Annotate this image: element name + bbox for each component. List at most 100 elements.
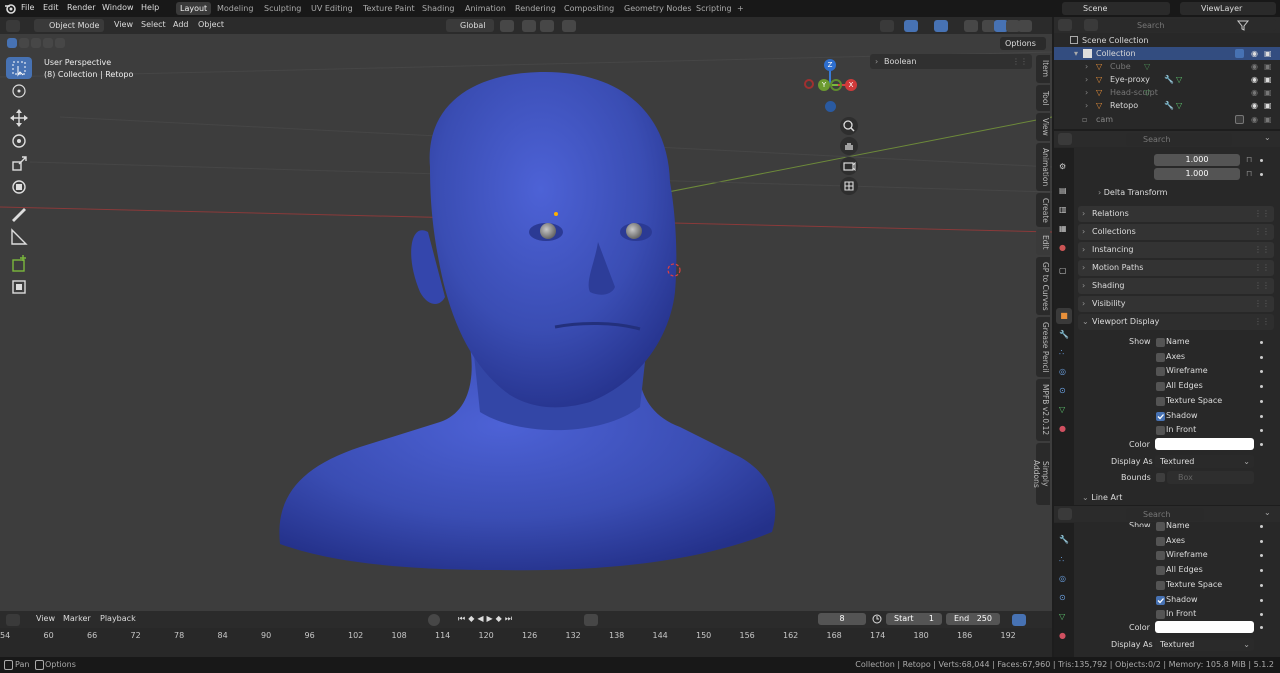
3d-viewport[interactable]: Object Mode View Select Add Object Globa… [0, 17, 1052, 611]
keyframe-dot-icon[interactable] [1260, 626, 1263, 629]
chevron-right-icon[interactable]: › [1085, 86, 1088, 99]
transform-orientation[interactable]: Global [446, 19, 494, 32]
keyframe-dot-icon[interactable] [1260, 414, 1263, 418]
select-new-icon[interactable] [7, 38, 17, 48]
snap-icon[interactable] [522, 20, 536, 32]
property-panel-header[interactable]: › Instancing ⋮⋮ [1078, 242, 1274, 258]
object-tab-icon[interactable]: ■ [1056, 308, 1072, 324]
select-intersect-icon[interactable] [55, 38, 65, 48]
keyframe-dot-icon[interactable] [1260, 370, 1263, 374]
data-tab-icon[interactable]: ▽ [1059, 405, 1065, 414]
add-cube-tool[interactable] [6, 253, 32, 275]
camera-icon[interactable]: ▣ [1264, 113, 1272, 126]
show-texture-space-checkbox[interactable] [1156, 396, 1165, 406]
options-dropdown[interactable]: Options [1000, 37, 1046, 50]
show-shadow-checkbox[interactable] [1156, 411, 1165, 421]
display-as-dropdown[interactable]: Textured ⌄ [1155, 455, 1254, 468]
chevron-down-icon[interactable]: ⌄ [1264, 508, 1271, 517]
jump-key-forward-icon[interactable]: ◆ [496, 614, 505, 623]
gizmo-y-axis[interactable]: Y [818, 79, 830, 91]
lock-icon[interactable]: ⊓ [1246, 169, 1252, 178]
lock-icon[interactable]: ⊓ [1246, 155, 1252, 164]
camera-icon[interactable]: ▣ [1264, 99, 1272, 112]
scale-z-field[interactable]: 1.000 [1154, 168, 1240, 180]
modifier-tab-icon[interactable]: 🔧 [1059, 535, 1069, 544]
show-axes-checkbox[interactable] [1156, 352, 1165, 362]
keyframe-dot-icon[interactable] [1260, 173, 1263, 176]
line-art-panel[interactable]: ⌄ Line Art [1082, 493, 1122, 502]
tool-tab-icon[interactable]: ⚙ [1059, 162, 1066, 171]
scene-selector[interactable]: Scene [1062, 2, 1170, 15]
eye-icon[interactable]: ◉ [1251, 113, 1258, 126]
menu-render[interactable]: Render [67, 3, 95, 12]
tab-shading[interactable]: Shading [418, 2, 459, 15]
camera-icon[interactable]: ▣ [1264, 47, 1272, 60]
constraints-tab-icon[interactable]: ⊙ [1059, 593, 1066, 602]
world-tab-icon[interactable]: ▢ [1059, 266, 1067, 275]
outliner-search-input[interactable]: Search [1120, 19, 1240, 32]
timeline-menu-view[interactable]: View [36, 614, 55, 623]
tab-modeling[interactable]: Modeling [213, 2, 257, 15]
tab-view[interactable]: View [1036, 113, 1050, 141]
chevron-right-icon[interactable]: › [1085, 73, 1088, 86]
eye-icon[interactable]: ◉ [1251, 60, 1258, 73]
outliner-item-row[interactable]: › ▽ Head-sculpt ▽ ◉ ▣ [1054, 86, 1280, 99]
perspective-toggle-icon[interactable] [840, 177, 858, 195]
display-mode-icon[interactable] [1084, 19, 1098, 31]
chevron-down-icon[interactable]: ▾ [1074, 47, 1078, 60]
end-frame-field[interactable]: End 250 [946, 613, 1000, 625]
keyframe-dot-icon[interactable] [1260, 525, 1263, 528]
bounds-checkbox[interactable] [1156, 473, 1165, 482]
tab-geometry-nodes[interactable]: Geometry Nodes [620, 2, 695, 15]
color-swatch[interactable] [1155, 438, 1254, 450]
keyframe-dot-icon[interactable] [1260, 569, 1263, 573]
particles-tab-icon[interactable]: ∴ [1059, 555, 1064, 564]
tab-rendering[interactable]: Rendering [511, 2, 560, 15]
properties2-search-input[interactable]: Search [1126, 508, 1204, 521]
annotate-tool[interactable] [6, 203, 32, 225]
drag-handle-icon[interactable]: ⋮⋮ [1254, 206, 1270, 222]
drag-handle-icon[interactable]: ⋮⋮ [1254, 314, 1270, 330]
collection-row[interactable]: ▾ Collection ◉ ▣ [1054, 47, 1280, 60]
editor-type-icon[interactable] [6, 20, 20, 32]
auto-keying-icon[interactable] [1012, 614, 1026, 626]
delta-transform-subpanel[interactable]: › Delta Transform [1098, 188, 1167, 197]
proportional-edit-icon[interactable] [562, 20, 576, 32]
show-all-edges-checkbox[interactable] [1156, 382, 1165, 392]
viewport-menu-object[interactable]: Object [198, 20, 224, 29]
properties2-editor-type-icon[interactable] [1058, 508, 1072, 520]
chevron-right-icon[interactable]: › [1085, 99, 1088, 112]
particles-tab-icon[interactable]: ∴ [1059, 348, 1064, 357]
gizmo-toggle-icon[interactable] [904, 20, 918, 32]
property-panel-header[interactable]: › Relations ⋮⋮ [1078, 206, 1274, 222]
physics-tab-icon[interactable]: ◎ [1059, 574, 1066, 583]
material-tab-icon[interactable]: ● [1059, 424, 1066, 433]
chevron-right-icon[interactable]: › [1085, 60, 1088, 73]
drag-handle-icon[interactable]: ⋮⋮ [1254, 242, 1270, 258]
drag-handle-icon[interactable]: ⋮⋮ [1254, 224, 1270, 240]
keyframe-dot-icon[interactable] [1260, 341, 1263, 344]
pan-hand-icon[interactable] [840, 137, 858, 155]
gizmo-neg-y-axis[interactable] [830, 79, 842, 91]
play-icon[interactable]: ▶ [487, 614, 496, 623]
data-tab-icon[interactable]: ▽ [1059, 612, 1065, 621]
color-swatch-2[interactable] [1155, 621, 1254, 633]
viewport-display-panel[interactable]: ⌄ Viewport Display ⋮⋮ [1078, 314, 1274, 330]
keyframe-dot-icon[interactable] [1260, 598, 1263, 602]
keyframe-dot-icon[interactable] [1260, 399, 1263, 403]
show-name-checkbox[interactable] [1156, 338, 1165, 347]
keyframe-dot-icon[interactable] [1260, 443, 1263, 446]
timeline-ruler[interactable]: 54 60 66 72 78 84 90 96 102 108 114 120 126 132 138 144… [0, 628, 1052, 657]
timeline-editor-type-icon[interactable] [6, 614, 20, 626]
scene-tab-icon[interactable]: ● [1059, 243, 1066, 252]
mode-selector[interactable]: Object Mode [34, 19, 104, 32]
tab-uv-editing[interactable]: UV Editing [307, 2, 357, 15]
keyframe-dot-icon[interactable] [1260, 159, 1263, 162]
chevron-down-icon[interactable]: ⌄ [1264, 133, 1271, 142]
snap-target-icon[interactable] [540, 20, 554, 32]
display-as-dropdown-2[interactable]: Textured ⌄ [1155, 638, 1254, 651]
overlay-toggle-icon[interactable] [934, 20, 948, 32]
property-panel-header[interactable]: › Shading ⋮⋮ [1078, 278, 1274, 294]
camera-view-icon[interactable] [840, 157, 858, 175]
tab-animation[interactable]: Animation [461, 2, 510, 15]
